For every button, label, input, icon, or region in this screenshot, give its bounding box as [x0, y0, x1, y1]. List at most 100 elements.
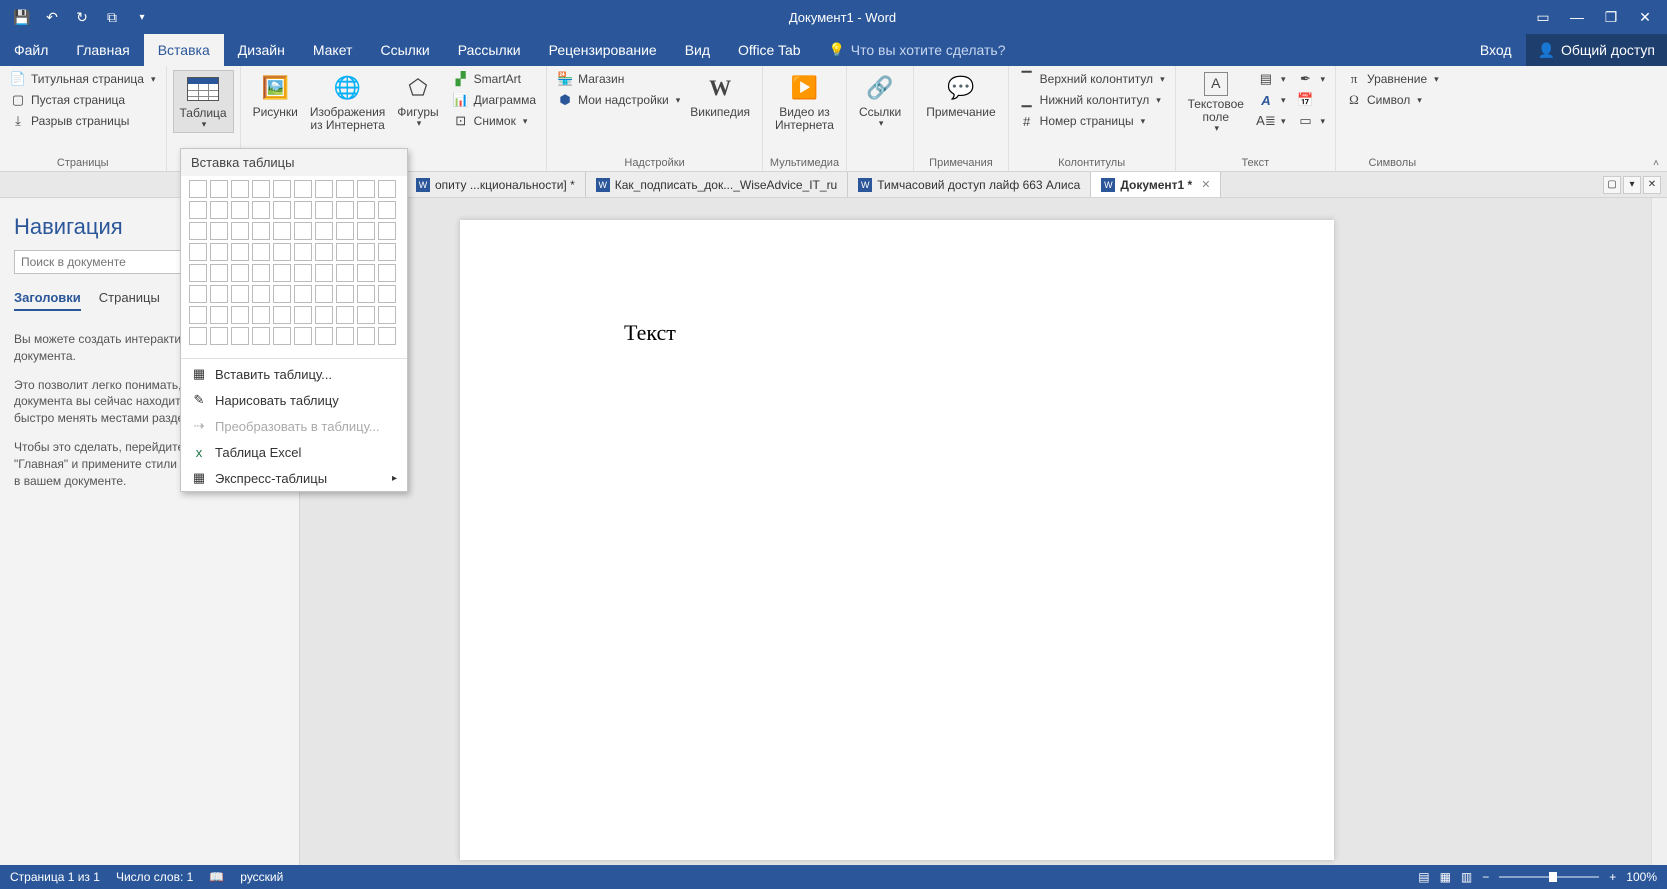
grid-cell[interactable]: [273, 243, 291, 261]
document-canvas[interactable]: Текст: [300, 198, 1667, 865]
page-break-button[interactable]: ⤓Разрыв страницы: [6, 112, 160, 130]
shapes-button[interactable]: ⬠Фигуры▾: [391, 70, 444, 131]
grid-cell[interactable]: [357, 243, 375, 261]
online-video-button[interactable]: ▶️Видео из Интернета: [769, 70, 840, 134]
grid-cell[interactable]: [252, 201, 270, 219]
collapse-ribbon-icon[interactable]: ˄: [1645, 156, 1667, 171]
screenshot-button[interactable]: ⊡Снимок▾: [449, 112, 540, 130]
grid-cell[interactable]: [294, 264, 312, 282]
grid-cell[interactable]: [273, 180, 291, 198]
grid-cell[interactable]: [294, 243, 312, 261]
table-grid-picker[interactable]: [181, 176, 407, 356]
grid-cell[interactable]: [336, 222, 354, 240]
grid-cell[interactable]: [189, 222, 207, 240]
document-page[interactable]: Текст: [460, 220, 1334, 860]
zoom-slider[interactable]: [1499, 876, 1599, 878]
grid-cell[interactable]: [378, 306, 396, 324]
grid-cell[interactable]: [294, 285, 312, 303]
tab-file[interactable]: Файл: [0, 34, 62, 66]
undo-icon[interactable]: ↶: [44, 9, 60, 25]
grid-cell[interactable]: [315, 222, 333, 240]
grid-cell[interactable]: [378, 201, 396, 219]
tab-references[interactable]: Ссылки: [366, 34, 443, 66]
insert-table-item[interactable]: ▦Вставить таблицу...: [181, 361, 407, 387]
grid-cell[interactable]: [378, 285, 396, 303]
tab-home[interactable]: Главная: [62, 34, 143, 66]
login-button[interactable]: Вход: [1466, 34, 1526, 66]
print-layout-icon[interactable]: ▦: [1440, 870, 1451, 884]
comment-button[interactable]: 💬Примечание: [920, 70, 1001, 121]
grid-cell[interactable]: [189, 306, 207, 324]
links-button[interactable]: 🔗Ссылки▾: [853, 70, 907, 131]
tab-office-tab[interactable]: Office Tab: [724, 34, 815, 66]
tab-dropdown-button[interactable]: ▾: [1623, 176, 1641, 194]
grid-cell[interactable]: [378, 180, 396, 198]
grid-cell[interactable]: [210, 327, 228, 345]
dropcap-button[interactable]: A≣▾: [1254, 112, 1290, 130]
tab-layout[interactable]: Макет: [299, 34, 367, 66]
grid-cell[interactable]: [273, 201, 291, 219]
doc-tab-1[interactable]: Wопиту ...кциональности] *: [406, 172, 586, 197]
wordart-button[interactable]: A▾: [1254, 91, 1290, 109]
vertical-scrollbar[interactable]: [1651, 198, 1667, 865]
grid-cell[interactable]: [210, 306, 228, 324]
tell-me-search[interactable]: 💡 Что вы хотите сделать?: [815, 42, 1006, 58]
save-icon[interactable]: 💾: [14, 9, 30, 25]
my-addins-button[interactable]: ⬢Мои надстройки▾: [553, 91, 684, 109]
grid-cell[interactable]: [357, 306, 375, 324]
status-proof-icon[interactable]: 📖: [209, 870, 224, 884]
grid-cell[interactable]: [189, 285, 207, 303]
close-icon[interactable]: ✕: [1637, 9, 1653, 25]
pictures-button[interactable]: 🖼️Рисунки: [247, 70, 304, 121]
tab-design[interactable]: Дизайн: [224, 34, 299, 66]
grid-cell[interactable]: [357, 180, 375, 198]
grid-cell[interactable]: [252, 222, 270, 240]
nav-tab-headings[interactable]: Заголовки: [14, 290, 81, 311]
chart-button[interactable]: 📊Диаграмма: [449, 91, 540, 109]
zoom-level[interactable]: 100%: [1626, 870, 1657, 884]
grid-cell[interactable]: [378, 264, 396, 282]
grid-cell[interactable]: [315, 306, 333, 324]
grid-cell[interactable]: [273, 264, 291, 282]
page-number-button[interactable]: #Номер страницы▾: [1015, 112, 1169, 130]
doc-tab-2[interactable]: WКак_подписать_док..._WiseAdvice_IT_ru: [586, 172, 849, 197]
grid-cell[interactable]: [231, 306, 249, 324]
datetime-button[interactable]: 📅: [1293, 91, 1329, 109]
grid-cell[interactable]: [336, 306, 354, 324]
maximize-icon[interactable]: ❐: [1603, 9, 1619, 25]
grid-cell[interactable]: [357, 264, 375, 282]
store-button[interactable]: 🏪Магазин: [553, 70, 684, 88]
grid-cell[interactable]: [315, 264, 333, 282]
grid-cell[interactable]: [210, 285, 228, 303]
document-text[interactable]: Текст: [624, 320, 676, 346]
grid-cell[interactable]: [252, 264, 270, 282]
grid-cell[interactable]: [378, 327, 396, 345]
tab-review[interactable]: Рецензирование: [535, 34, 671, 66]
grid-cell[interactable]: [210, 222, 228, 240]
tab-insert[interactable]: Вставка: [144, 34, 224, 66]
grid-cell[interactable]: [357, 327, 375, 345]
status-language[interactable]: русский: [240, 870, 283, 884]
ribbon-display-icon[interactable]: ▭: [1535, 9, 1551, 25]
grid-cell[interactable]: [315, 327, 333, 345]
status-page[interactable]: Страница 1 из 1: [10, 870, 100, 884]
touch-mode-icon[interactable]: ⧉: [104, 9, 120, 25]
grid-cell[interactable]: [252, 243, 270, 261]
grid-cell[interactable]: [273, 327, 291, 345]
grid-cell[interactable]: [336, 243, 354, 261]
grid-cell[interactable]: [231, 201, 249, 219]
grid-cell[interactable]: [231, 285, 249, 303]
grid-cell[interactable]: [357, 201, 375, 219]
status-words[interactable]: Число слов: 1: [116, 870, 193, 884]
web-layout-icon[interactable]: ▥: [1461, 870, 1472, 884]
footer-button[interactable]: ▁Нижний колонтитул▾: [1015, 91, 1169, 109]
close-tab-icon[interactable]: ✕: [1201, 178, 1210, 191]
grid-cell[interactable]: [231, 327, 249, 345]
grid-cell[interactable]: [273, 285, 291, 303]
grid-cell[interactable]: [273, 306, 291, 324]
blank-page-button[interactable]: ▢Пустая страница: [6, 91, 160, 109]
online-pictures-button[interactable]: 🌐Изображения из Интернета: [304, 70, 391, 134]
quick-parts-button[interactable]: ▤▾: [1254, 70, 1290, 88]
grid-cell[interactable]: [294, 306, 312, 324]
grid-cell[interactable]: [273, 222, 291, 240]
